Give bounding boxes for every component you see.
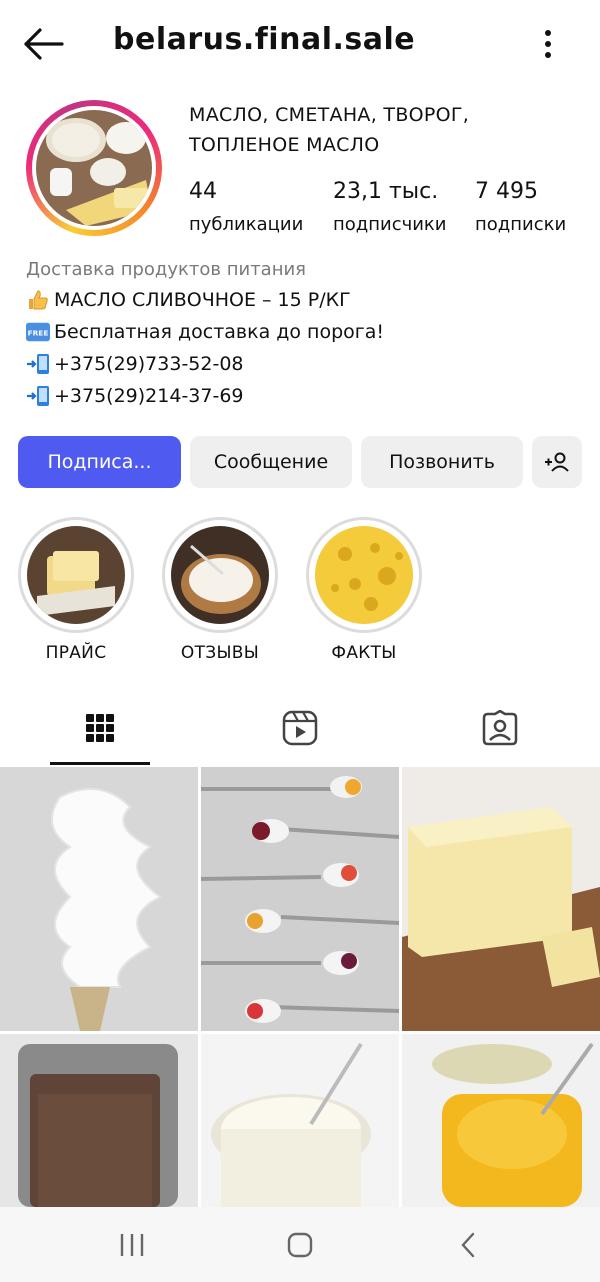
svg-text:FREE: FREE [28, 329, 49, 338]
top-bar: belarus.final.sale [0, 0, 600, 88]
bio-line: +375(29)214-37-69 [26, 380, 586, 412]
post-thumbnail[interactable] [0, 767, 198, 1031]
highlight-label: ОТЗЫВЫ [180, 643, 260, 663]
post-thumbnail[interactable] [402, 767, 600, 1031]
tab-tagged[interactable] [400, 690, 600, 766]
bio-line: +375(29)733-52-08 [26, 348, 586, 380]
avatar-photo [36, 110, 152, 226]
stat-posts-label: публикации [189, 214, 304, 235]
highlight-price[interactable]: ПРАЙС [18, 517, 134, 663]
profile-name-line2: ТОПЛЕНОЕ МАСЛО [189, 134, 380, 156]
highlight-reviews-image [171, 526, 269, 624]
add-user-button[interactable] [532, 436, 582, 488]
profile-tabs [0, 690, 600, 766]
bio-line-text: Бесплатная доставка до порога! [54, 321, 385, 343]
highlight-label: ПРАЙС [45, 643, 107, 663]
post-thumbnail[interactable] [201, 767, 399, 1031]
active-tab-indicator [50, 762, 150, 765]
post-thumbnail[interactable] [201, 1034, 399, 1207]
post-thumbnail[interactable] [402, 1034, 600, 1207]
free-badge-icon: FREE [26, 320, 50, 344]
phone-number-2[interactable]: +375(29)214-37-69 [54, 380, 244, 412]
bio-category: Доставка продуктов питания [26, 259, 307, 280]
profile-avatar[interactable] [26, 100, 162, 236]
call-button[interactable]: Позвонить [361, 436, 523, 488]
bio-line: МАСЛО СЛИВОЧНОЕ – 15 Р/КГ [26, 284, 586, 316]
bio-line-text: МАСЛО СЛИВОЧНОЕ – 15 Р/КГ [54, 289, 351, 311]
tab-grid[interactable] [0, 690, 200, 766]
back-arrow-icon[interactable] [22, 26, 66, 62]
stat-following-label: подписки [475, 214, 567, 235]
system-navigation-bar [0, 1207, 600, 1282]
add-user-icon [545, 452, 569, 472]
profile-username: belarus.final.sale [113, 22, 416, 57]
phone-arrow-icon [26, 384, 50, 408]
more-vertical-icon[interactable] [536, 28, 560, 60]
stat-followers-label: подписчики [333, 214, 447, 235]
home-icon[interactable] [280, 1225, 320, 1265]
stat-followers[interactable]: 23,1 тыс. подписчики [333, 178, 447, 240]
thumbs-up-icon [26, 288, 50, 312]
phone-arrow-icon [26, 352, 50, 376]
bio-line: FREE Бесплатная доставка до порога! [26, 316, 586, 348]
profile-bio: Доставка продуктов питания МАСЛО СЛИВОЧН… [26, 256, 586, 412]
tagged-icon [482, 710, 518, 746]
reels-icon [282, 710, 318, 746]
highlight-price-image [27, 526, 125, 624]
message-button[interactable]: Сообщение [190, 436, 352, 488]
highlight-facts-image [315, 526, 413, 624]
phone-number-1[interactable]: +375(29)733-52-08 [54, 348, 244, 380]
profile-display-name: МАСЛО, СМЕТАНА, ТВОРОГ, ТОПЛЕНОЕ МАСЛО [189, 100, 469, 160]
system-back-icon[interactable] [448, 1225, 488, 1265]
highlight-label: ФАКТЫ [331, 643, 397, 663]
profile-name-line1: МАСЛО, СМЕТАНА, ТВОРОГ, [189, 104, 470, 126]
stat-followers-value: 23,1 тыс. [333, 179, 439, 204]
posts-grid [0, 767, 600, 1207]
grid-icon [86, 714, 114, 742]
highlight-facts[interactable]: ФАКТЫ [306, 517, 422, 663]
post-thumbnail[interactable] [0, 1034, 198, 1207]
tab-reels[interactable] [200, 690, 400, 766]
highlight-reviews[interactable]: ОТЗЫВЫ [162, 517, 278, 663]
stat-following[interactable]: 7 495 подписки [475, 178, 566, 240]
stat-posts[interactable]: 44 публикации [189, 178, 303, 240]
recent-apps-icon[interactable] [112, 1225, 152, 1265]
stat-following-value: 7 495 [475, 179, 538, 204]
stat-posts-value: 44 [189, 179, 217, 204]
follow-button[interactable]: Подписа... [18, 436, 181, 488]
